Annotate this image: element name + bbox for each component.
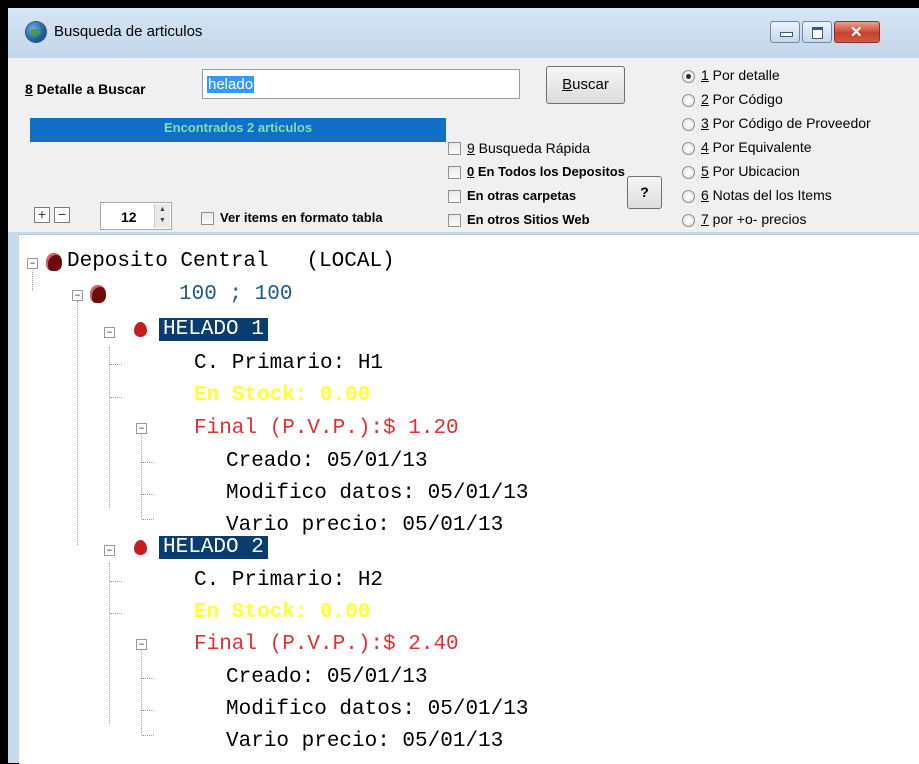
radio-icon — [682, 190, 695, 203]
radio-icon — [682, 142, 695, 155]
tree-line — [110, 397, 122, 398]
radio-icon — [682, 166, 695, 179]
maximize-icon — [812, 27, 823, 39]
tree-node-stock[interactable]: En Stock: 0.00 — [194, 384, 370, 407]
search-label: 8 Detalle a Buscar — [25, 81, 146, 97]
collapse-toggle-icon[interactable]: − — [104, 327, 115, 338]
tree-line — [142, 735, 154, 736]
tree-node-price-changed[interactable]: Vario precio: 05/01/13 — [226, 730, 503, 753]
collapse-toggle-icon[interactable]: − — [136, 639, 147, 650]
minimize-icon — [780, 32, 793, 37]
stepper-arrows-icon[interactable]: ▲ ▼ — [154, 204, 170, 228]
close-button[interactable]: ✕ — [834, 21, 880, 43]
tree-line — [142, 678, 154, 679]
table-format-label[interactable]: Ver items en formato tabla — [220, 210, 383, 225]
search-mode-radio-group: 1 Por detalle 2 Por Código 3 Por Código … — [676, 58, 919, 232]
results-tree[interactable]: − Deposito Central (LOCAL) − 100 ; 100 −… — [19, 234, 919, 764]
all-depots-checkbox[interactable] — [448, 166, 461, 179]
tree-line — [142, 519, 154, 520]
radio-icon — [682, 214, 695, 227]
maximize-button[interactable] — [802, 21, 832, 43]
item-icon — [134, 540, 147, 555]
search-window: Busqueda de articulos ✕ 8 Detalle a Busc… — [8, 8, 919, 764]
tree-node-modified[interactable]: Modifico datos: 05/01/13 — [226, 698, 528, 721]
tree-line — [142, 494, 154, 495]
collapse-toggle-icon[interactable]: − — [136, 423, 147, 434]
tree-node-created[interactable]: Creado: 05/01/13 — [226, 666, 428, 689]
globe-icon — [26, 22, 46, 42]
close-icon: ✕ — [850, 24, 863, 41]
all-depots-label[interactable]: 0 En Todos los Depositos — [467, 164, 625, 179]
radio-selected-icon — [682, 70, 695, 83]
other-folders-checkbox[interactable] — [448, 190, 461, 203]
quick-search-label[interactable]: 9 Busqueda Rápida — [467, 140, 590, 156]
tree-node-primario[interactable]: C. Primario: H2 — [194, 569, 383, 592]
other-sites-checkbox[interactable] — [448, 214, 461, 227]
tree-line — [141, 639, 142, 735]
tree-line — [109, 563, 110, 723]
tree-node-group[interactable]: 100 ; 100 — [179, 283, 292, 306]
search-input-value: helado — [207, 76, 255, 93]
collapse-toggle-icon[interactable]: − — [72, 290, 83, 301]
window-title: Busqueda de articulos — [54, 23, 203, 40]
collapse-toggle-icon[interactable]: − — [104, 545, 115, 556]
collapse-all-button[interactable]: − — [54, 207, 70, 223]
tree-line — [142, 710, 154, 711]
help-button[interactable]: ? — [627, 176, 662, 209]
quick-search-checkbox[interactable] — [448, 142, 461, 155]
count-stepper[interactable]: 12 ▲ ▼ — [100, 202, 172, 230]
tree-line — [110, 581, 122, 582]
tree-line — [109, 347, 110, 507]
tree-line — [110, 613, 122, 614]
minimize-button[interactable] — [770, 21, 800, 43]
radio-label: 1 Por detalle — [701, 67, 780, 83]
table-format-checkbox[interactable] — [201, 212, 214, 225]
tree-node-modified[interactable]: Modifico datos: 05/01/13 — [226, 482, 528, 505]
tree-line — [141, 423, 142, 519]
radio-label: 5 Por Ubicacion — [701, 163, 800, 179]
tree-node-price[interactable]: Final (P.V.P.):$ 1.20 — [194, 417, 459, 440]
radio-label: 2 Por Código — [701, 91, 783, 107]
tree-node-primario[interactable]: C. Primario: H1 — [194, 352, 383, 375]
title-bar[interactable]: Busqueda de articulos ✕ — [8, 8, 919, 58]
tree-node-item-selected[interactable]: HELADO 2 — [159, 536, 268, 559]
depot-icon — [46, 253, 62, 271]
toolbar-panel: 8 Detalle a Buscar helado Buscar Encontr… — [8, 58, 919, 232]
group-icon — [90, 285, 106, 303]
tree-line — [110, 364, 122, 365]
tree-node-price-changed[interactable]: Vario precio: 05/01/13 — [226, 514, 503, 537]
radio-label: 3 Por Código de Proveedor — [701, 115, 871, 131]
tree-node-root[interactable]: Deposito Central (LOCAL) — [67, 250, 395, 273]
collapse-toggle-icon[interactable]: − — [27, 258, 38, 269]
results-status: Encontrados 2 articulos — [30, 118, 446, 142]
radio-icon — [682, 118, 695, 131]
expand-all-button[interactable]: + — [34, 207, 50, 223]
tree-line — [77, 301, 78, 545]
tree-node-created[interactable]: Creado: 05/01/13 — [226, 450, 428, 473]
radio-icon — [682, 94, 695, 107]
tree-line — [142, 462, 154, 463]
tree-node-stock[interactable]: En Stock: 0.00 — [194, 601, 370, 624]
count-value: 12 — [121, 209, 137, 225]
search-button[interactable]: Buscar — [546, 66, 625, 104]
other-sites-label[interactable]: En otros Sitios Web — [467, 212, 590, 227]
radio-label: 4 Por Equivalente — [701, 139, 812, 155]
other-folders-label[interactable]: En otras carpetas — [467, 188, 576, 203]
tree-node-item-selected[interactable]: HELADO 1 — [159, 318, 268, 341]
tree-node-price[interactable]: Final (P.V.P.):$ 2.40 — [194, 633, 459, 656]
search-input[interactable]: helado — [202, 69, 520, 99]
item-icon — [134, 322, 147, 337]
radio-label: 7 por +o- precios — [701, 211, 807, 227]
radio-label: 6 Notas del los Items — [701, 187, 832, 203]
